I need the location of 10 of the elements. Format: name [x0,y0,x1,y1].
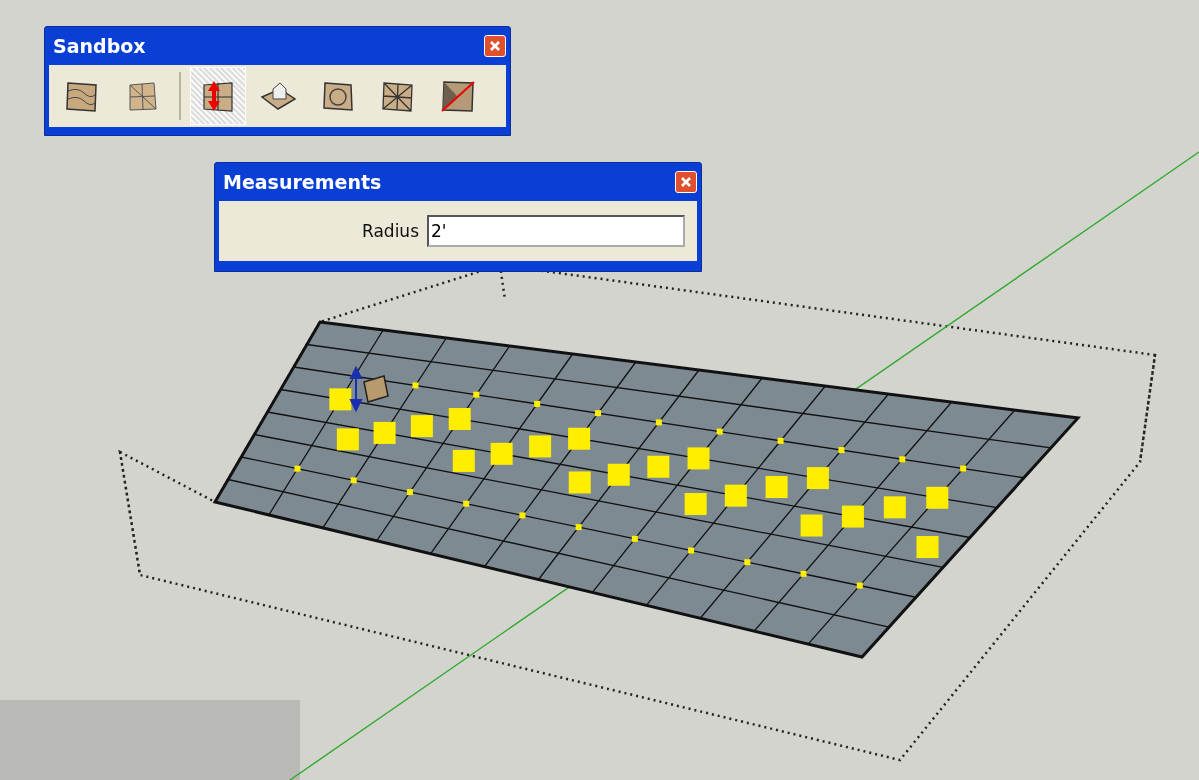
field-label: Radius [362,221,419,241]
radius-input-field[interactable]: 2' [427,215,685,247]
close-button[interactable] [675,171,697,193]
window-title: Sandbox [52,35,146,57]
close-button[interactable] [484,35,506,57]
tool-button[interactable] [191,68,245,124]
close-icon [680,176,692,188]
window-title: Measurements [222,171,382,193]
move-cursor-icon [349,367,389,411]
close-icon [489,40,501,52]
